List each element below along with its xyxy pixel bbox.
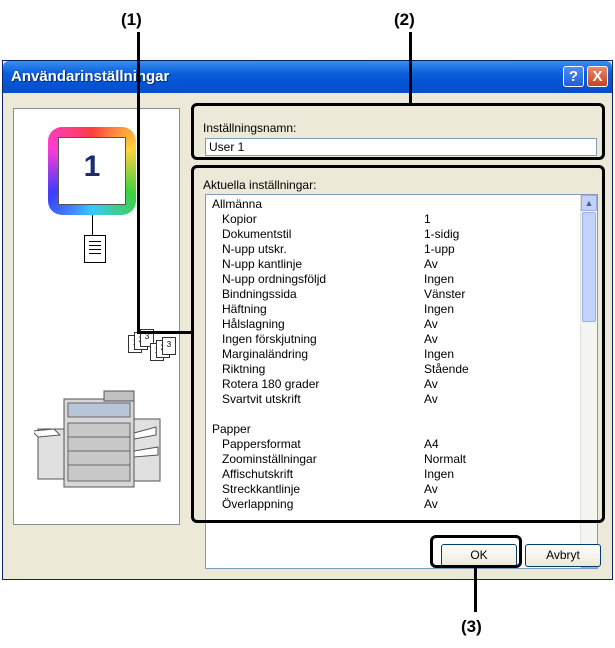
help-button[interactable]: ? bbox=[563, 66, 584, 87]
callout-3: (3) bbox=[461, 617, 482, 636]
printer-machine-icon bbox=[34, 390, 161, 488]
callout-2: (2) bbox=[394, 10, 415, 29]
callout-frame-2 bbox=[191, 103, 605, 160]
leader-1-h bbox=[137, 331, 193, 334]
collated-sets-icon: 1 2 3 1 2 3 bbox=[128, 329, 176, 363]
callout-frame-1 bbox=[191, 165, 605, 523]
leader-2 bbox=[409, 32, 412, 105]
print-preview: 1 1 2 3 1 2 3 bbox=[13, 108, 180, 525]
cancel-button[interactable]: Avbryt bbox=[525, 544, 601, 567]
copy-number: 1 bbox=[83, 150, 101, 183]
close-button[interactable]: X bbox=[587, 66, 608, 87]
leader-3 bbox=[474, 566, 477, 612]
page-preview-icon: 1 bbox=[48, 127, 136, 215]
callout-1: (1) bbox=[121, 10, 142, 29]
connector-line bbox=[92, 215, 93, 235]
leader-1 bbox=[137, 32, 140, 334]
window-title: Användarinställningar bbox=[11, 68, 170, 85]
callout-frame-3 bbox=[430, 535, 522, 568]
title-bar: Användarinställningar ? X bbox=[3, 61, 612, 93]
document-icon bbox=[84, 235, 106, 263]
